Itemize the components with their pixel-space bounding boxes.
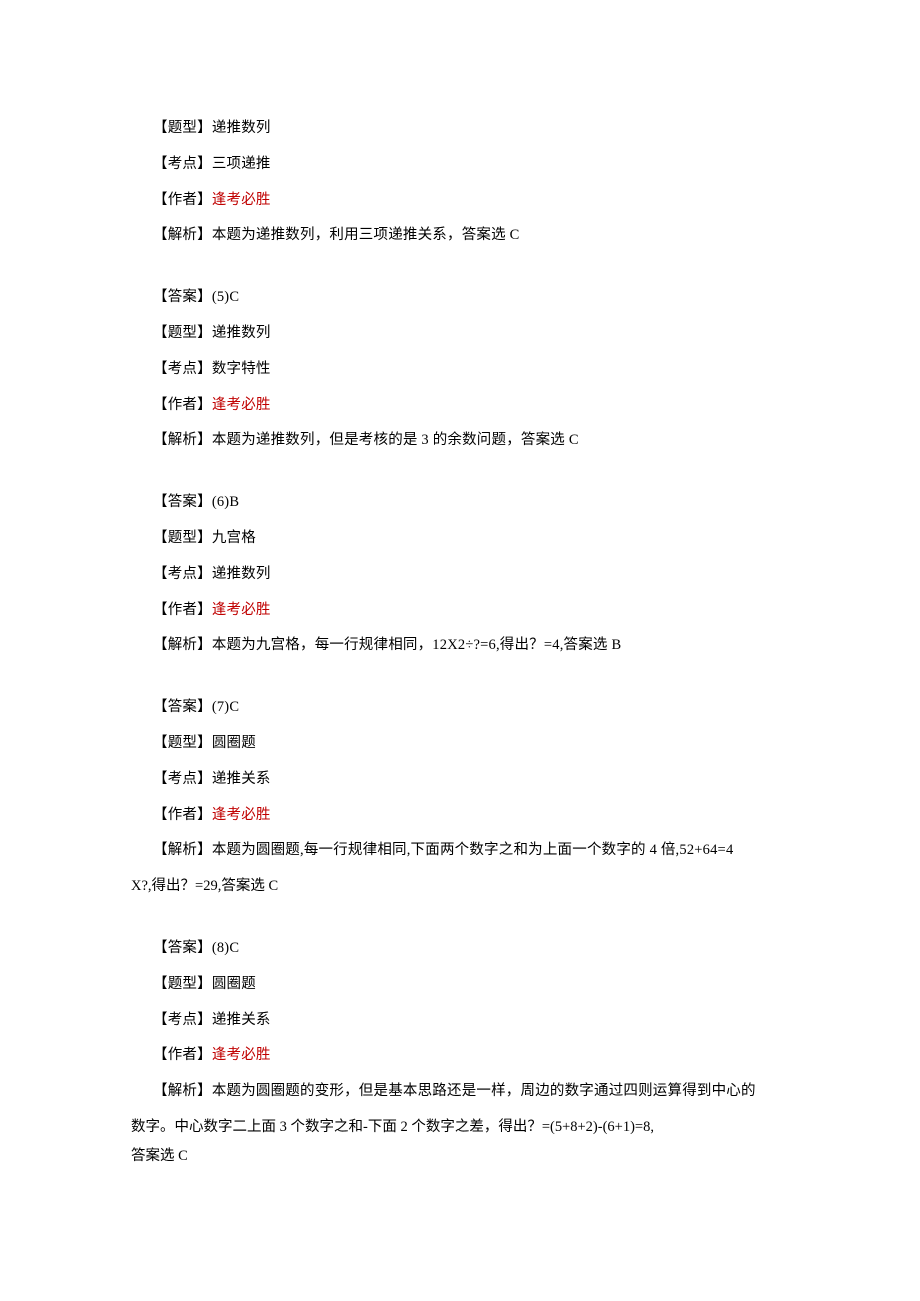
analysis-label: 【解析】 [153, 432, 212, 448]
author-value: 逢考必胜 [212, 1047, 271, 1063]
analysis-label: 【解析】 [153, 1083, 212, 1099]
author-value: 逢考必胜 [212, 602, 271, 618]
analysis-line: 【解析】本题为圆圈题,每一行规律相同,下面两个数字之和为上面一个数字的 4 倍,… [153, 840, 790, 860]
answer-label: 【答案】 [153, 940, 212, 956]
author-value: 逢考必胜 [212, 192, 271, 208]
type-value: 递推数列 [212, 120, 271, 136]
author-value: 逢考必胜 [212, 807, 271, 823]
block-separator [153, 261, 790, 287]
type-line: 【题型】递推数列 [153, 323, 790, 343]
point-value: 递推关系 [212, 1012, 271, 1028]
answer-line: 【答案】(8)C [153, 938, 790, 958]
type-label: 【题型】 [153, 735, 212, 751]
type-label: 【题型】 [153, 325, 212, 341]
analysis-value: 本题为圆圈题的变形，但是基本思路还是一样，周边的数字通过四则运算得到中心的 [212, 1083, 756, 1099]
point-line: 【考点】递推关系 [153, 1010, 790, 1030]
analysis-continuation: 答案选 C [131, 1146, 790, 1166]
block-separator [153, 466, 790, 492]
analysis-line: 【解析】本题为圆圈题的变形，但是基本思路还是一样，周边的数字通过四则运算得到中心… [153, 1081, 790, 1101]
point-line: 【考点】三项递推 [153, 154, 790, 174]
type-line: 【题型】圆圈题 [153, 733, 790, 753]
author-line: 【作者】逢考必胜 [153, 1045, 790, 1065]
author-line: 【作者】逢考必胜 [153, 600, 790, 620]
author-label: 【作者】 [153, 807, 212, 823]
analysis-line: 【解析】本题为递推数列，但是考核的是 3 的余数问题，答案选 C [153, 430, 790, 450]
author-label: 【作者】 [153, 397, 212, 413]
analysis-value: 本题为递推数列，但是考核的是 3 的余数问题，答案选 C [212, 432, 579, 448]
analysis-line: 【解析】本题为递推数列，利用三项递推关系，答案选 C [153, 225, 790, 245]
answer-label: 【答案】 [153, 699, 212, 715]
analysis-value: 本题为九宫格，每一行规律相同，12X2÷?=6,得出？=4,答案选 B [212, 637, 622, 653]
point-label: 【考点】 [153, 1012, 212, 1028]
type-line: 【题型】圆圈题 [153, 974, 790, 994]
answer-value: (5)C [212, 289, 239, 305]
point-value: 数字特性 [212, 361, 271, 377]
answer-label: 【答案】 [153, 289, 212, 305]
author-label: 【作者】 [153, 192, 212, 208]
block-separator [153, 912, 790, 938]
point-line: 【考点】数字特性 [153, 359, 790, 379]
answer-label: 【答案】 [153, 494, 212, 510]
type-value: 九宫格 [212, 530, 256, 546]
answer-value: (8)C [212, 940, 239, 956]
author-label: 【作者】 [153, 602, 212, 618]
point-label: 【考点】 [153, 156, 212, 172]
type-value: 圆圈题 [212, 735, 256, 751]
analysis-label: 【解析】 [153, 227, 212, 243]
point-value: 三项递推 [212, 156, 271, 172]
analysis-label: 【解析】 [153, 842, 212, 858]
point-label: 【考点】 [153, 361, 212, 377]
type-value: 递推数列 [212, 325, 271, 341]
answer-value: (6)B [212, 494, 239, 510]
type-label: 【题型】 [153, 976, 212, 992]
analysis-label: 【解析】 [153, 637, 212, 653]
author-value: 逢考必胜 [212, 397, 271, 413]
point-label: 【考点】 [153, 566, 212, 582]
answer-value: (7)C [212, 699, 239, 715]
analysis-value: 本题为圆圈题,每一行规律相同,下面两个数字之和为上面一个数字的 4 倍,52+6… [212, 842, 734, 858]
author-line: 【作者】逢考必胜 [153, 395, 790, 415]
answer-line: 【答案】(7)C [153, 697, 790, 717]
analysis-continuation: X?,得出？=29,答案选 C [131, 876, 790, 896]
analysis-line: 【解析】本题为九宫格，每一行规律相同，12X2÷?=6,得出？=4,答案选 B [153, 635, 790, 655]
point-line: 【考点】递推数列 [153, 564, 790, 584]
type-value: 圆圈题 [212, 976, 256, 992]
block-separator [153, 671, 790, 697]
answer-line: 【答案】(6)B [153, 492, 790, 512]
author-line: 【作者】逢考必胜 [153, 805, 790, 825]
type-label: 【题型】 [153, 530, 212, 546]
author-line: 【作者】逢考必胜 [153, 190, 790, 210]
type-line: 【题型】九宫格 [153, 528, 790, 548]
answer-line: 【答案】(5)C [153, 287, 790, 307]
analysis-continuation: 数字。中心数字二上面 3 个数字之和-下面 2 个数字之差，得出？=(5+8+2… [131, 1117, 790, 1137]
analysis-value: 本题为递推数列，利用三项递推关系，答案选 C [212, 227, 520, 243]
point-value: 递推数列 [212, 566, 271, 582]
point-value: 递推关系 [212, 771, 271, 787]
point-line: 【考点】递推关系 [153, 769, 790, 789]
type-label: 【题型】 [153, 120, 212, 136]
point-label: 【考点】 [153, 771, 212, 787]
type-line: 【题型】递推数列 [153, 118, 790, 138]
author-label: 【作者】 [153, 1047, 212, 1063]
